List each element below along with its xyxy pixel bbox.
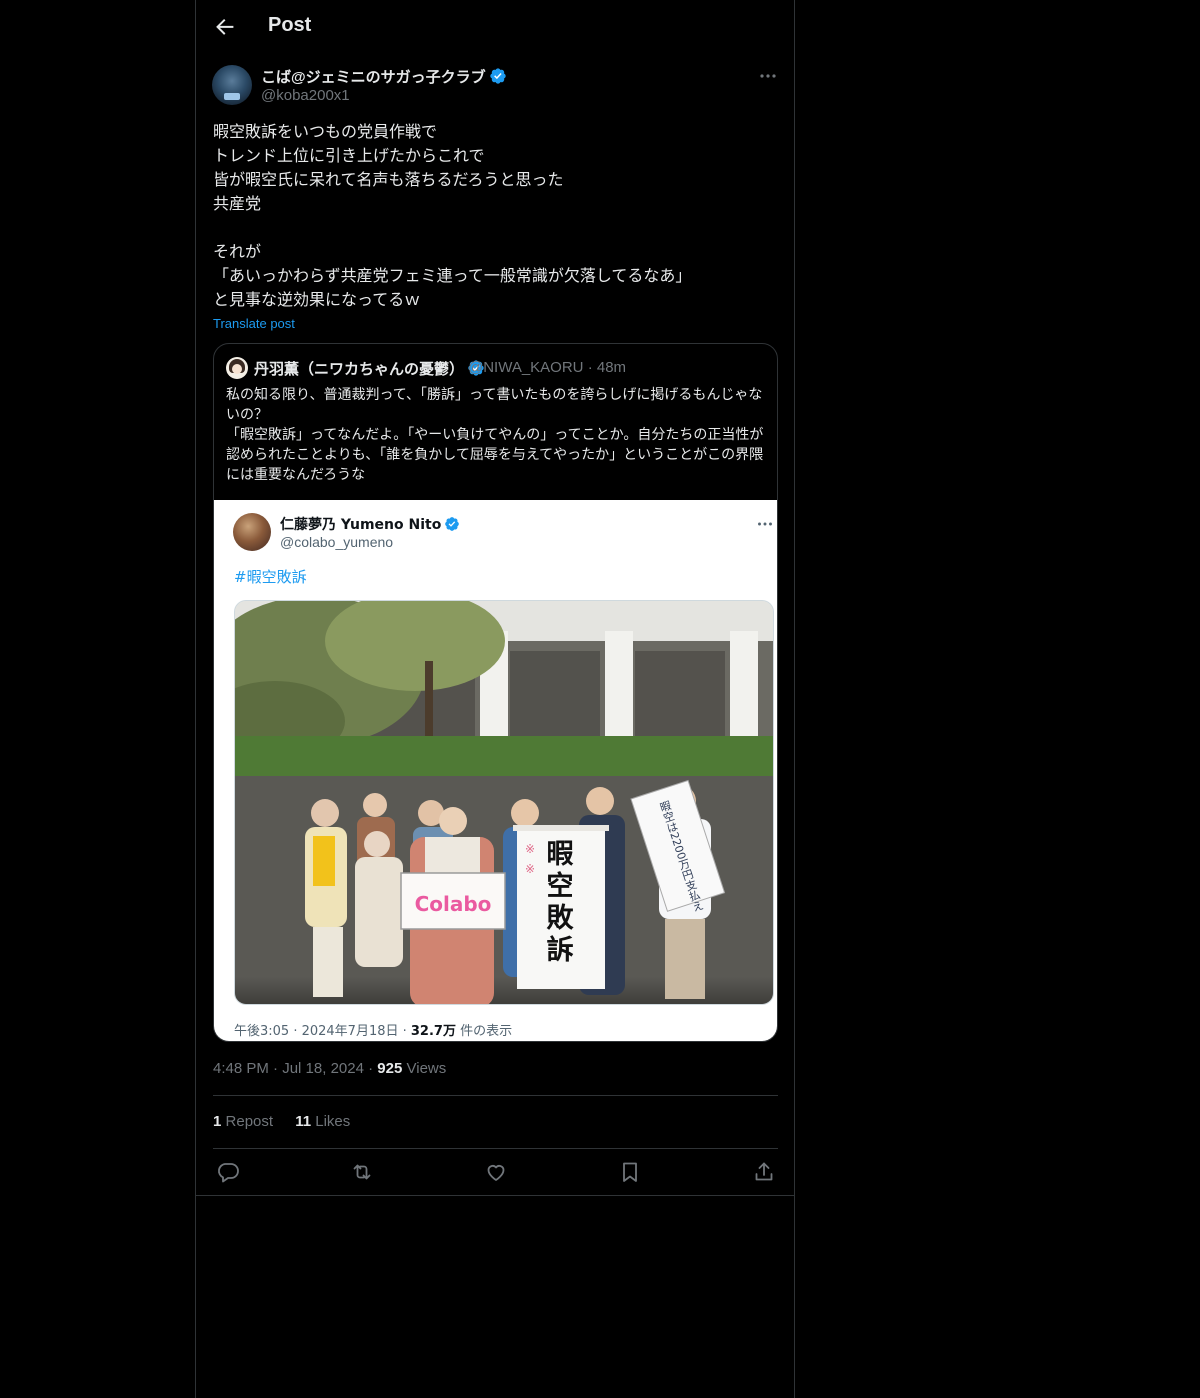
- banner-char-2: 空: [547, 870, 574, 902]
- quote-meta: @NIWA_KAORU · 48m: [468, 359, 627, 376]
- quote-author-name-row: 丹羽薫（ニワカちゃんの憂鬱）: [254, 358, 485, 379]
- quote-author-avatar: [226, 357, 248, 379]
- back-button[interactable]: [210, 13, 238, 41]
- post-bottom-border: [196, 1195, 794, 1196]
- share-icon: [755, 1162, 773, 1181]
- arrow-left-icon: [216, 18, 234, 35]
- embed-photo: Colabo ※ ※ 暇 空 敗 訴 暇空は2200万円支払え: [234, 600, 774, 1005]
- heart-icon: [487, 1165, 505, 1181]
- quote-author-name: 丹羽薫（ニワカちゃんの憂鬱）: [254, 360, 465, 378]
- embed-footer: 午後3:05 · 2024年7月18日 · 32.7万 件の表示: [234, 1020, 512, 1039]
- bookmark-icon: [623, 1162, 637, 1182]
- repost-icon: [353, 1164, 371, 1180]
- likes-label: Likes: [315, 1113, 351, 1130]
- colabo-sign-text: Colabo: [415, 892, 492, 916]
- main-column: Post こば@ジェミニのサガっ子クラブ @koba200x1 暇空敗訴をいつも…: [195, 0, 795, 1398]
- banner-char-3: 敗: [547, 903, 575, 934]
- quote-text: 私の知る限り、普通裁判って、「勝訴」って書いたものを誇らしげに掲げるもんじゃない…: [226, 385, 766, 485]
- reposts-link[interactable]: 1 Repost: [213, 1113, 273, 1130]
- views-label: Views: [406, 1060, 447, 1077]
- verified-badge-icon: [489, 68, 506, 84]
- embed-author-name-row: 仁藤夢乃 Yumeno Nito: [280, 514, 460, 534]
- share-button[interactable]: [752, 1160, 776, 1184]
- more-horizontal-icon: [760, 74, 776, 78]
- engagement-stats: 1 Repost 11 Likes: [213, 1113, 368, 1130]
- banner-char-4: 訴: [547, 934, 574, 966]
- embed-footer-views-count: 32.7万: [410, 1024, 456, 1039]
- divider: [213, 1095, 778, 1096]
- reposts-count: 1: [213, 1113, 222, 1130]
- avatar-badge: [224, 93, 240, 100]
- post-time[interactable]: 4:48 PM: [213, 1060, 269, 1077]
- bookmark-button[interactable]: [618, 1160, 642, 1184]
- quote-age: 48m: [596, 359, 627, 376]
- embed-author-avatar: [233, 513, 271, 551]
- embed-more-icon: [754, 513, 776, 535]
- embed-author-handle: @colabo_yumeno: [280, 534, 394, 550]
- post-timestamp: 4:48 PM · Jul 18, 2024 · 925 Views: [213, 1060, 447, 1077]
- svg-text:※: ※: [525, 862, 535, 876]
- reply-icon: [218, 1163, 239, 1183]
- author-avatar[interactable]: [212, 65, 252, 105]
- quote-text-body: 私の知る限り、普通裁判って、「勝訴」って書いたものを誇らしげに掲げるもんじゃない…: [226, 387, 764, 483]
- quoted-post[interactable]: 丹羽薫（ニワカちゃんの憂鬱） @NIWA_KAORU · 48m 私の知る限り、…: [213, 343, 778, 1042]
- likes-count: 11: [295, 1113, 312, 1130]
- quote-author-handle: @NIWA_KAORU: [468, 359, 584, 376]
- author-name[interactable]: こば@ジェミニのサガっ子クラブ: [261, 69, 486, 86]
- repost-button[interactable]: [350, 1160, 374, 1184]
- page-title: Post: [268, 14, 312, 36]
- reposts-label: Repost: [225, 1113, 274, 1130]
- embed-footer-views-label: 件の表示: [455, 1024, 513, 1039]
- embed-author-name: 仁藤夢乃 Yumeno Nito: [280, 517, 442, 533]
- banner-char-1: 暇: [547, 839, 574, 870]
- more-button[interactable]: [756, 64, 780, 88]
- embed-footer-time: 午後3:05 · 2024年7月18日 ·: [234, 1024, 411, 1039]
- group-photo: Colabo ※ ※ 暇 空 敗 訴 暇空は2200万円支払え: [235, 601, 773, 1004]
- likes-link[interactable]: 11 Likes: [295, 1113, 350, 1130]
- svg-text:※: ※: [525, 842, 535, 856]
- verified-badge-icon: [445, 517, 460, 531]
- header: Post: [196, 0, 794, 54]
- embedded-tweet-screenshot: 仁藤夢乃 Yumeno Nito @colabo_yumeno #暇空敗訴 Co…: [214, 500, 777, 1041]
- reply-button[interactable]: [216, 1160, 240, 1184]
- author-handle[interactable]: @koba200x1: [261, 87, 350, 104]
- views-count: 925: [377, 1060, 403, 1077]
- post-date[interactable]: Jul 18, 2024: [282, 1060, 364, 1077]
- divider: [213, 1148, 778, 1149]
- like-button[interactable]: [484, 1160, 508, 1184]
- author-name-row[interactable]: こば@ジェミニのサガっ子クラブ: [261, 66, 507, 87]
- translate-post-link[interactable]: Translate post: [213, 316, 295, 331]
- post-body: 暇空敗訴をいつもの党員作戦で トレンド上位に引き上げたからこれで 皆が暇空氏に呆…: [213, 122, 692, 309]
- embed-hashtag: #暇空敗訴: [234, 568, 307, 586]
